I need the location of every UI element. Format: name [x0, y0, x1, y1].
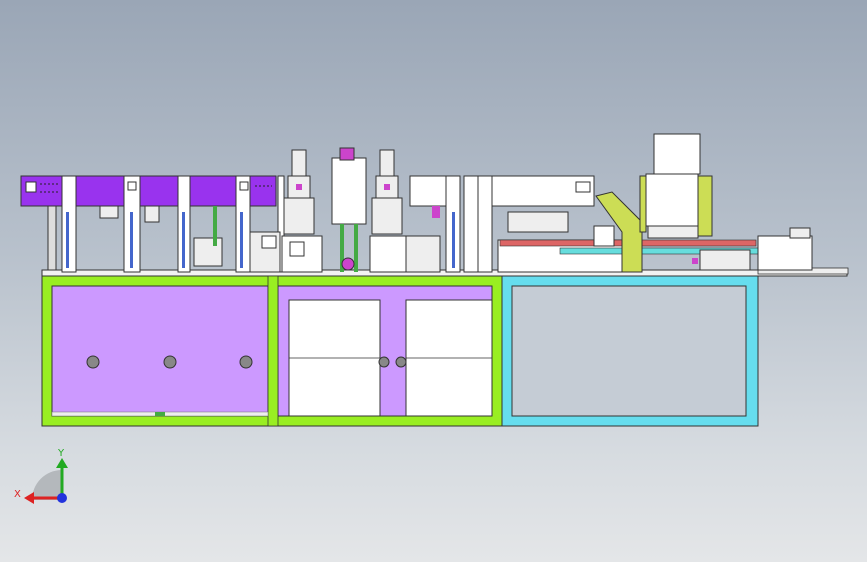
door-knob-right[interactable]: [395, 356, 407, 368]
motor-housing: [653, 133, 701, 175]
central-press-stations: [249, 147, 493, 273]
cad-viewport[interactable]: Y X: [0, 0, 867, 562]
purple-feeder-modules: [20, 175, 277, 273]
cabinet-knob-2[interactable]: [163, 355, 177, 369]
z-axis-dot: [57, 493, 67, 503]
door-knob-left[interactable]: [378, 356, 390, 368]
right-open-panel: [511, 285, 747, 417]
left-purple-panel: [51, 285, 269, 417]
cabinet-knob-1[interactable]: [86, 355, 100, 369]
right-cabinet-frame: [501, 275, 759, 427]
table-top-plate: [41, 269, 848, 277]
left-cabinet-frame: [41, 275, 503, 427]
machine-drawing: Y X: [14, 133, 849, 504]
transfer-conveyor-section: [491, 133, 813, 273]
x-axis-label: X: [14, 489, 21, 500]
cabinet-knob-3[interactable]: [239, 355, 253, 369]
axis-triad: Y X: [14, 448, 68, 504]
y-axis-label: Y: [57, 448, 65, 459]
